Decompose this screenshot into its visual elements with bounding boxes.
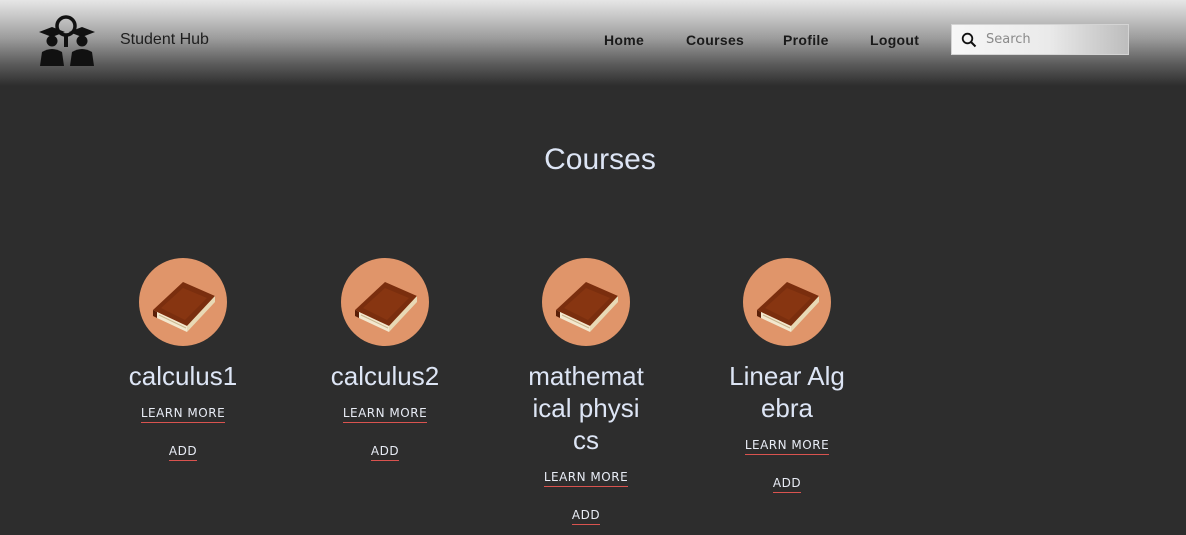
course-card: Linear Algebra LEARN MORE ADD [717,258,857,493]
course-title: calculus2 [330,361,440,391]
learn-more-link[interactable]: LEARN MORE [140,406,226,423]
book-icon [757,282,819,332]
course-card: calculus2 LEARN MORE ADD [315,258,455,461]
course-thumbnail[interactable] [743,258,831,346]
course-title: calculus1 [128,361,238,391]
page-title: Courses [544,143,656,176]
course-card: calculus1 LEARN MORE ADD [113,258,253,461]
course-title: mathematical physics [528,361,644,455]
add-course-button[interactable]: ADD [168,444,198,461]
course-card: mathematical physics LEARN MORE ADD [516,258,656,525]
add-course-button[interactable]: ADD [571,508,601,525]
top-navbar: Student Hub Home Courses Profile Logout [0,0,1186,86]
nav-home[interactable]: Home [604,32,644,48]
book-icon [355,282,417,332]
add-course-button[interactable]: ADD [772,476,802,493]
learn-more-link[interactable]: LEARN MORE [543,470,629,487]
learn-more-link[interactable]: LEARN MORE [342,406,428,423]
book-icon [153,282,215,332]
course-thumbnail[interactable] [139,258,227,346]
course-thumbnail[interactable] [542,258,630,346]
learn-more-link[interactable]: LEARN MORE [744,438,830,455]
book-icon [556,282,618,332]
add-course-button[interactable]: ADD [370,444,400,461]
course-thumbnail[interactable] [341,258,429,346]
search-icon [961,32,977,48]
nav-logout[interactable]: Logout [870,32,919,48]
brand-name[interactable]: Student Hub [120,31,209,49]
search-box[interactable] [951,24,1129,55]
nav-courses[interactable]: Courses [686,32,744,48]
course-title: Linear Algebra [729,361,845,423]
search-input[interactable] [986,25,1124,54]
graduates-search-icon[interactable] [36,14,98,70]
nav-profile[interactable]: Profile [783,32,829,48]
